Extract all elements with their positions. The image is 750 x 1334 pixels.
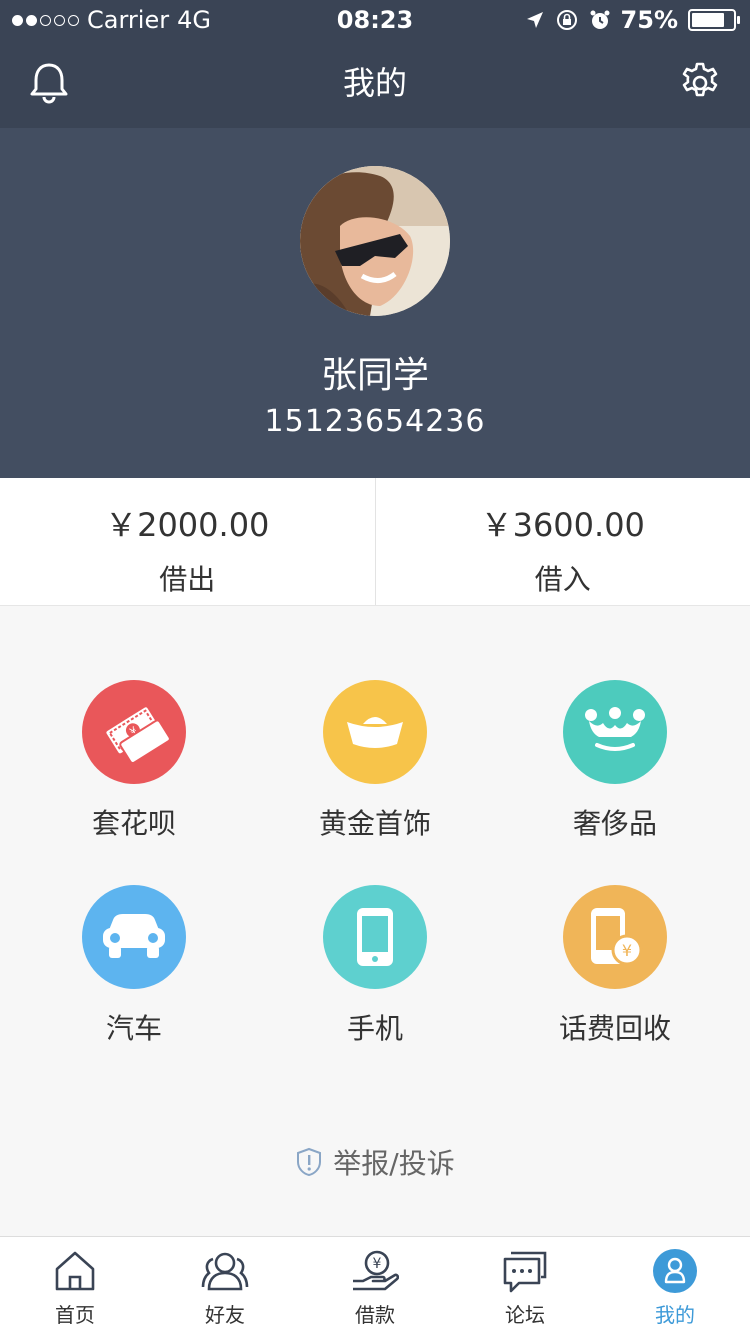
service-huabei[interactable]: ¥ 套花呗 bbox=[9, 606, 259, 840]
user-name: 张同学 bbox=[320, 355, 429, 396]
tab-friends[interactable]: 好友 bbox=[150, 1237, 300, 1334]
svg-text:¥: ¥ bbox=[373, 1256, 382, 1272]
friends-icon bbox=[201, 1252, 249, 1291]
battery-icon bbox=[688, 9, 740, 31]
tab-label: 好友 bbox=[205, 1303, 245, 1327]
lend-out-label: 借出 bbox=[159, 563, 216, 596]
car-icon bbox=[82, 885, 186, 989]
tab-label: 论坛 bbox=[505, 1303, 545, 1327]
gold-ingot-icon bbox=[323, 680, 427, 784]
service-grid: ¥ 套花呗 黄金首饰 奢侈品 汽车 手机 ¥ 话费回收 bbox=[0, 606, 750, 1076]
loan-icon: ¥ bbox=[353, 1250, 399, 1291]
service-luxury[interactable]: 奢侈品 bbox=[490, 606, 740, 840]
lend-out-summary[interactable]: ￥2000.00 借出 bbox=[0, 478, 375, 605]
user-icon bbox=[653, 1249, 697, 1293]
tab-loan[interactable]: ¥ 借款 bbox=[300, 1237, 450, 1334]
phone-icon bbox=[323, 885, 427, 989]
tab-mine[interactable]: 我的 bbox=[600, 1237, 750, 1334]
user-phone: 15123654236 bbox=[264, 404, 486, 439]
service-label: 话费回收 bbox=[558, 1012, 671, 1045]
shield-icon bbox=[297, 1147, 322, 1177]
borrow-in-label: 借入 bbox=[534, 563, 591, 596]
banknote-icon: ¥ bbox=[82, 680, 186, 784]
status-bar: Carrier 4G 08:23 75% bbox=[0, 0, 750, 40]
profile-header: 张同学 15123654236 bbox=[0, 128, 750, 478]
alarm-icon bbox=[590, 10, 610, 29]
service-mobile[interactable]: 手机 bbox=[250, 811, 500, 1045]
service-car[interactable]: 汽车 bbox=[9, 811, 259, 1045]
tab-bar: 首页 好友 ¥ 借款 论坛 我的 bbox=[0, 1236, 750, 1334]
tab-label: 首页 bbox=[55, 1303, 95, 1327]
service-gold-jewelry[interactable]: 黄金首饰 bbox=[250, 606, 500, 840]
top-bar: Carrier 4G 08:23 75% 我的 bbox=[0, 0, 750, 128]
location-arrow-icon bbox=[526, 12, 543, 28]
tab-label: 我的 bbox=[655, 1303, 695, 1327]
forum-icon bbox=[503, 1251, 547, 1293]
phone-yuan-icon: ¥ bbox=[563, 885, 667, 989]
home-icon bbox=[55, 1251, 95, 1291]
borrow-in-amount: ￥3600.00 bbox=[480, 506, 645, 544]
tab-forum[interactable]: 论坛 bbox=[450, 1237, 600, 1334]
service-label: 手机 bbox=[346, 1012, 403, 1045]
service-phone-bill-recycle[interactable]: ¥ 话费回收 bbox=[490, 811, 740, 1045]
avatar[interactable] bbox=[300, 166, 450, 316]
balance-summary: ￥2000.00 借出 ￥3600.00 借入 bbox=[0, 478, 750, 606]
lend-out-amount: ￥2000.00 bbox=[105, 506, 270, 544]
service-label: 汽车 bbox=[105, 1012, 162, 1045]
crown-icon bbox=[563, 680, 667, 784]
gear-icon[interactable] bbox=[678, 60, 722, 104]
tab-home[interactable]: 首页 bbox=[0, 1237, 150, 1334]
battery-percent: 75% bbox=[620, 6, 678, 34]
page-title: 我的 bbox=[342, 64, 407, 102]
svg-text:¥: ¥ bbox=[622, 941, 632, 960]
rotation-lock-icon bbox=[556, 10, 577, 30]
borrow-in-summary[interactable]: ￥3600.00 借入 bbox=[374, 478, 750, 605]
report-complaint-link[interactable]: 举报/投诉 bbox=[0, 1142, 750, 1182]
report-label: 举报/投诉 bbox=[333, 1147, 455, 1180]
tab-label: 借款 bbox=[355, 1303, 395, 1327]
